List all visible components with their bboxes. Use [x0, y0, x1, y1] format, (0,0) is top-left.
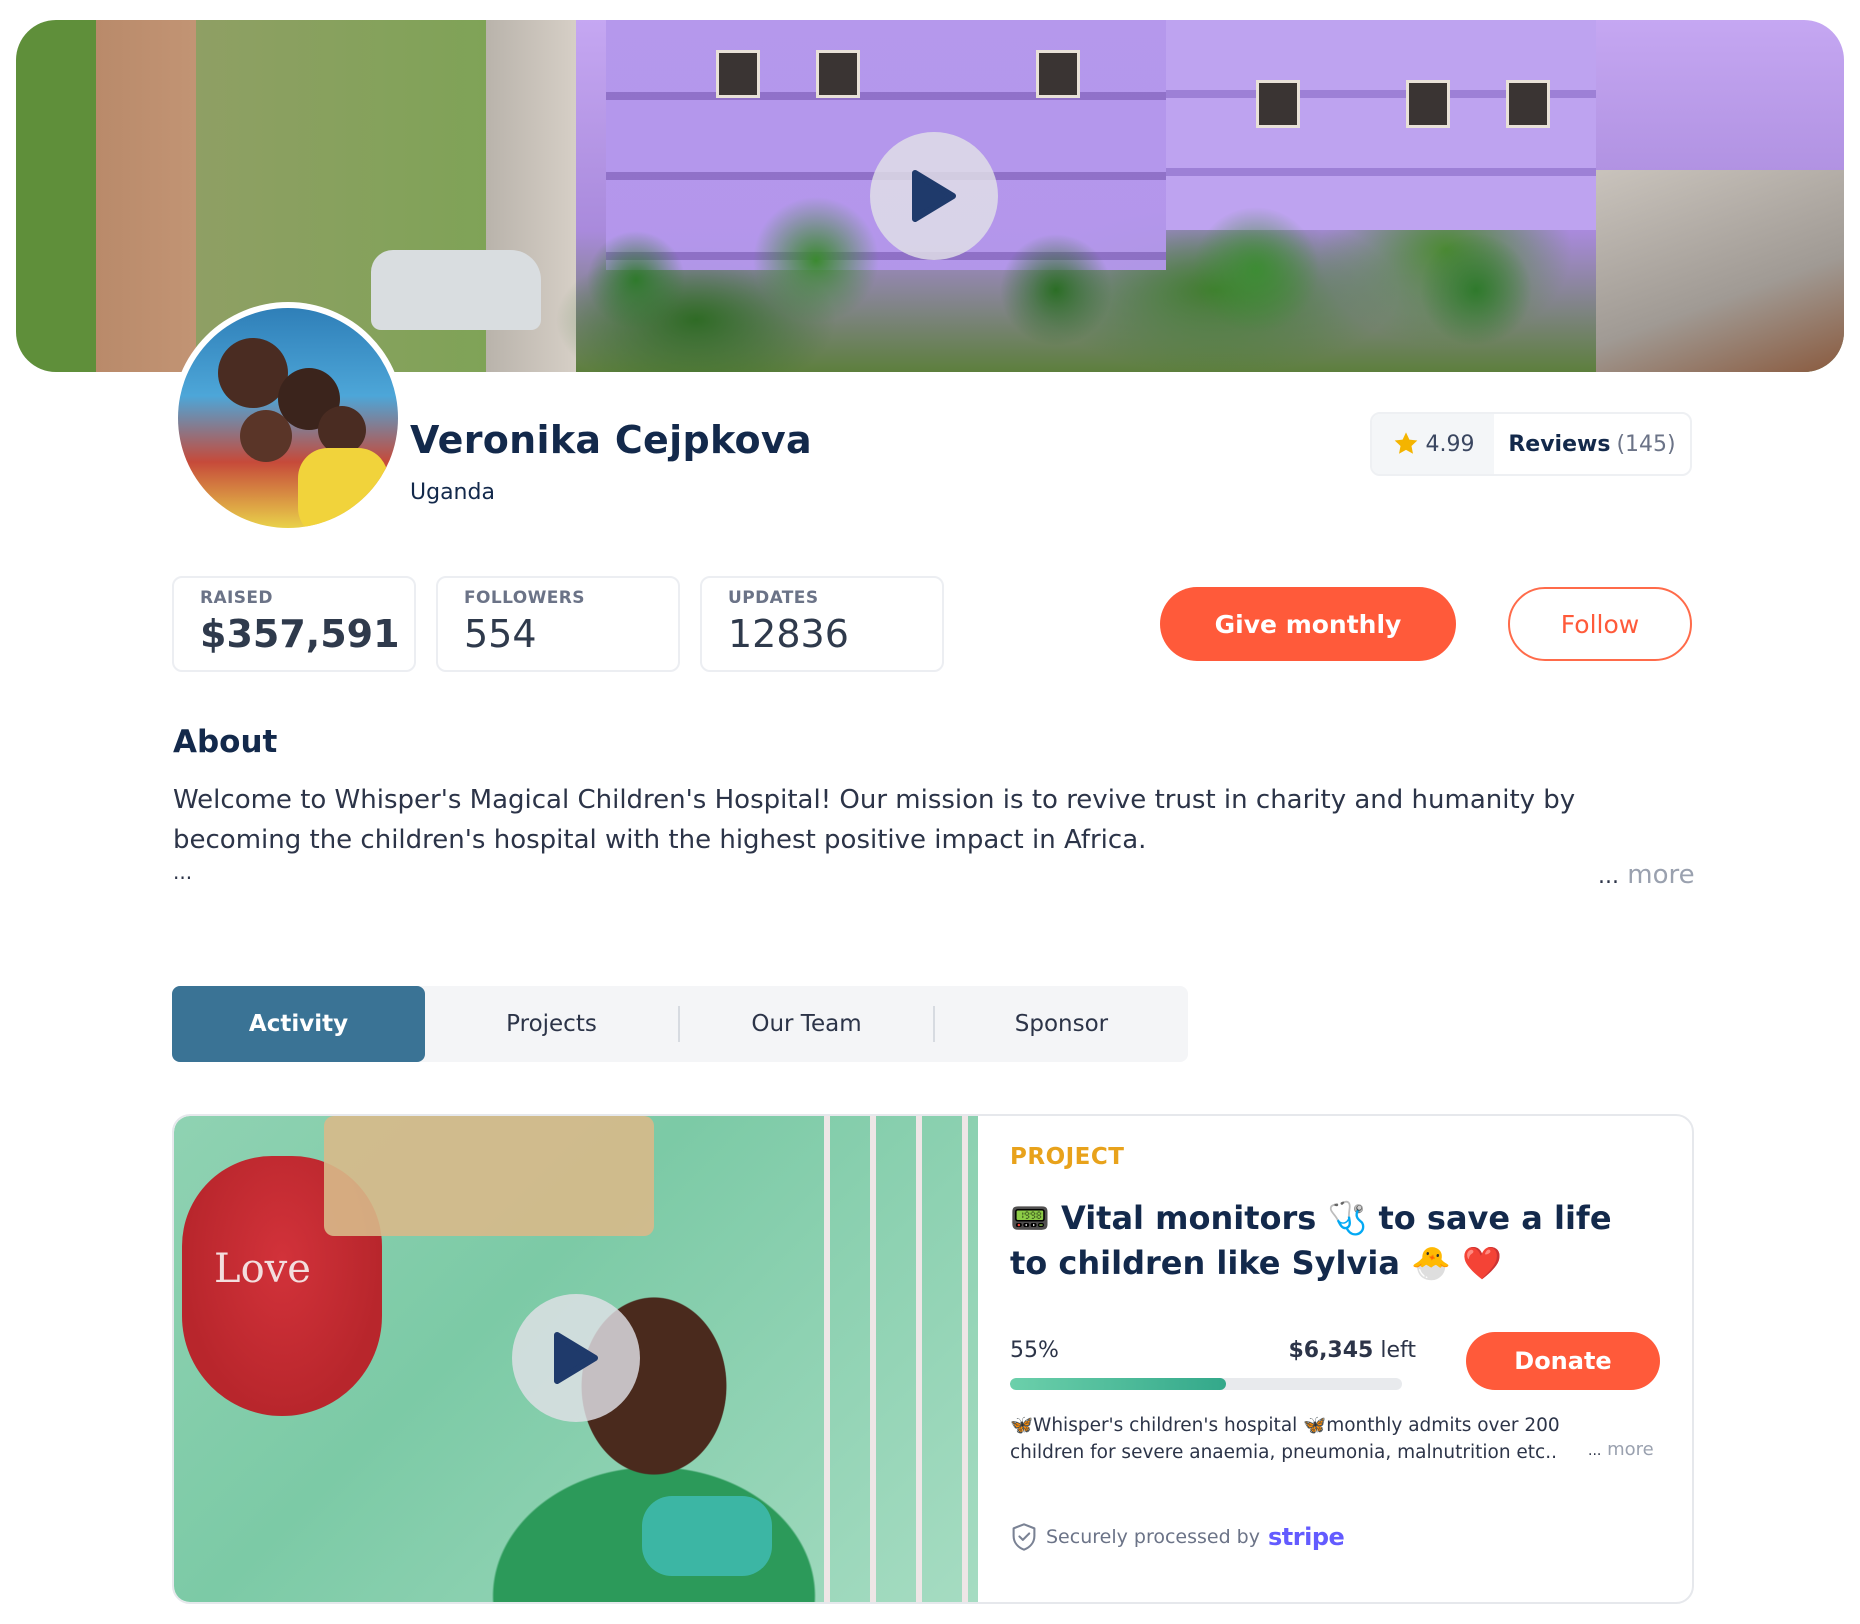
give-monthly-button[interactable]: Give monthly	[1160, 587, 1456, 661]
project-tag: PROJECT	[1010, 1144, 1125, 1170]
project-card[interactable]: Love PROJECT 📟 Vital monitors 🩺 to save …	[172, 1114, 1694, 1604]
cover-van	[371, 250, 541, 330]
secure-payment-note: Securely processed by stripe	[1010, 1522, 1345, 1552]
play-icon	[554, 1332, 598, 1384]
rating-value: 4.99	[1425, 431, 1475, 457]
cover-window	[1256, 80, 1300, 128]
tab-bar: Activity Projects Our Team Sponsor	[172, 986, 1188, 1062]
project-remaining-label: left	[1380, 1338, 1416, 1363]
avatar-photo	[178, 308, 398, 528]
play-icon	[912, 170, 956, 222]
about-more-link[interactable]: ... more	[1598, 860, 1695, 890]
stripe-logo: stripe	[1268, 1523, 1345, 1551]
stat-label: RAISED	[200, 588, 273, 608]
stat-raised: RAISED $357,591	[172, 576, 416, 672]
mask-decoration	[642, 1496, 772, 1576]
about-ellipsis: ...	[173, 860, 193, 884]
box-decoration	[324, 1116, 654, 1236]
project-more-label: more	[1607, 1439, 1654, 1460]
about-more-label: more	[1627, 860, 1695, 890]
reviews-link[interactable]: Reviews (145)	[1494, 414, 1690, 474]
shield-check-icon	[1012, 1523, 1036, 1551]
cover-roof	[1596, 170, 1844, 372]
about-more-dots: ...	[1598, 864, 1619, 889]
project-details: PROJECT 📟 Vital monitors 🩺 to save a lif…	[1010, 1116, 1670, 1602]
project-progress-fill	[1010, 1378, 1226, 1390]
project-more-link[interactable]: ... more	[1588, 1439, 1654, 1460]
tab-sponsor[interactable]: Sponsor	[935, 986, 1188, 1062]
project-play-button[interactable]	[512, 1294, 640, 1422]
cover-window	[716, 50, 760, 98]
project-progress-bar	[1010, 1378, 1402, 1390]
profile-country: Uganda	[410, 480, 495, 505]
project-description: 🦋Whisper's children's hospital 🦋monthly …	[1010, 1415, 1560, 1463]
reviews-label: Reviews	[1508, 431, 1611, 457]
secure-text: Securely processed by	[1046, 1526, 1260, 1548]
project-remaining-amount: $6,345	[1288, 1338, 1374, 1363]
cover-window	[1036, 50, 1080, 98]
project-title[interactable]: 📟 Vital monitors 🩺 to save a life to chi…	[1010, 1196, 1650, 1286]
stat-value: 554	[464, 612, 537, 656]
love-decoration: Love	[214, 1246, 311, 1292]
donate-button[interactable]: Donate	[1466, 1332, 1660, 1390]
cover-window	[1506, 80, 1550, 128]
stat-followers: FOLLOWERS 554	[436, 576, 680, 672]
about-title: About	[173, 724, 278, 760]
profile-name: Veronika Cejpkova	[410, 418, 812, 462]
cover-window	[816, 50, 860, 98]
stat-label: FOLLOWERS	[464, 588, 585, 608]
avatar	[172, 302, 404, 534]
cover-window	[1406, 80, 1450, 128]
about-text: Welcome to Whisper's Magical Children's …	[173, 785, 1576, 855]
project-video[interactable]: Love	[174, 1116, 978, 1602]
follow-button[interactable]: Follow	[1508, 587, 1692, 661]
cover-play-button[interactable]	[870, 132, 998, 260]
rating: 4.99	[1372, 414, 1494, 474]
stat-value: 12836	[728, 612, 849, 656]
cover-trees	[576, 170, 1576, 372]
project-more-dots: ...	[1588, 1443, 1602, 1459]
reviews-count: (145)	[1616, 431, 1676, 457]
project-percent: 55%	[1010, 1338, 1059, 1363]
rating-box[interactable]: 4.99 Reviews (145)	[1370, 412, 1692, 476]
star-icon	[1394, 432, 1417, 454]
project-remaining: $6,345 left	[1260, 1338, 1416, 1363]
stat-updates: UPDATES 12836	[700, 576, 944, 672]
tab-our-team[interactable]: Our Team	[680, 986, 933, 1062]
stat-value: $357,591	[200, 612, 400, 656]
stat-label: UPDATES	[728, 588, 819, 608]
tab-projects[interactable]: Projects	[425, 986, 678, 1062]
tab-activity[interactable]: Activity	[172, 986, 425, 1062]
